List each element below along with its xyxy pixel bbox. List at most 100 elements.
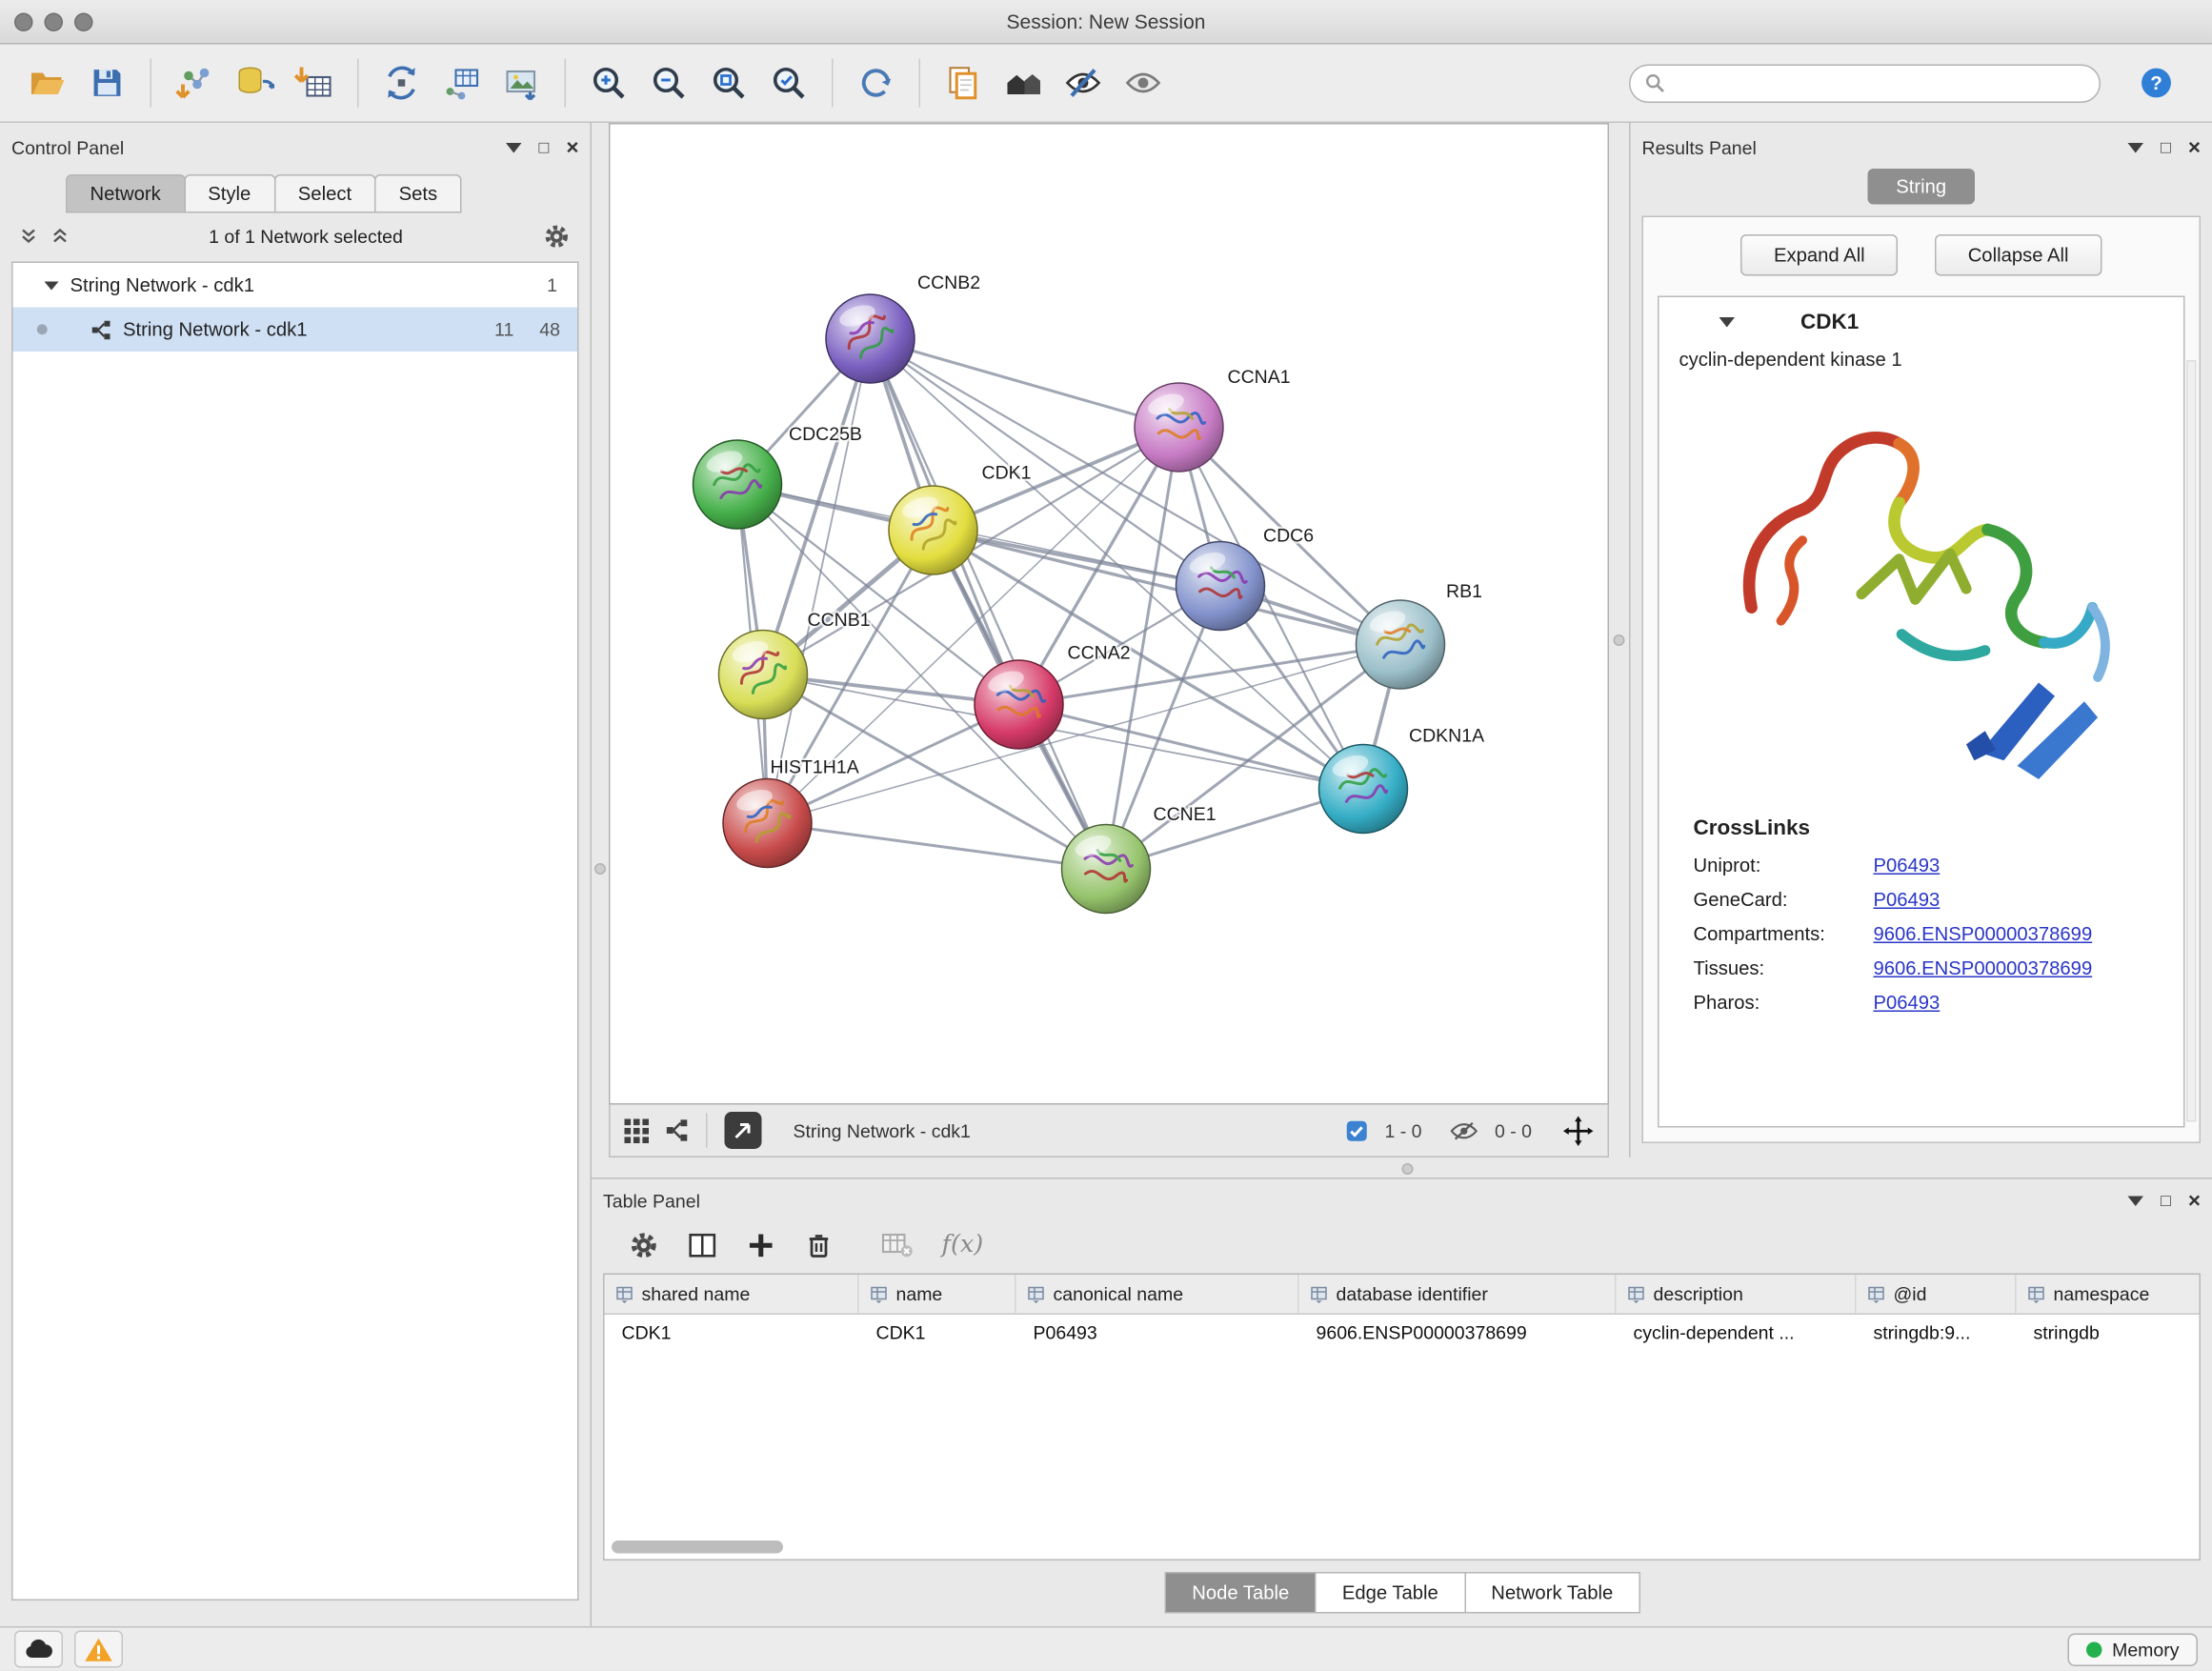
node-CDC25B[interactable]: [694, 440, 782, 529]
tab-edge-table[interactable]: Edge Table: [1315, 1572, 1465, 1614]
table-cell[interactable]: 9606.ENSP00000378699: [1299, 1315, 1617, 1354]
warnings-button[interactable]: [74, 1631, 123, 1668]
import-network-from-database-button[interactable]: [225, 53, 285, 113]
zoom-out-button[interactable]: [639, 53, 699, 113]
column-header[interactable]: namespace: [2017, 1275, 2182, 1314]
collapse-panel-icon[interactable]: [506, 142, 522, 152]
node-CDC6[interactable]: [1176, 542, 1265, 631]
search-field[interactable]: [1629, 64, 2101, 103]
gene-collapse-icon[interactable]: [1719, 316, 1736, 327]
float-panel-icon[interactable]: □: [2161, 139, 2171, 156]
node-CCNB2[interactable]: [826, 294, 915, 383]
left-splitter[interactable]: [592, 123, 609, 1158]
show-all-button[interactable]: [1114, 53, 1174, 113]
table-cell[interactable]: stringdb: [2017, 1315, 2182, 1354]
tab-string[interactable]: String: [1867, 169, 1975, 205]
delete-column-trash-icon[interactable]: [805, 1230, 834, 1260]
search-input[interactable]: [1674, 70, 2085, 95]
collapse-panel-icon[interactable]: [2127, 142, 2143, 152]
cloud-status-button[interactable]: [14, 1631, 63, 1668]
tab-network[interactable]: Network: [66, 174, 185, 213]
column-header[interactable]: database identifier: [1299, 1275, 1617, 1314]
pan-crosshair-icon[interactable]: [1563, 1116, 1594, 1146]
table-cell[interactable]: CDK1: [859, 1315, 1016, 1354]
table-cell[interactable]: CDK1: [605, 1315, 859, 1354]
close-panel-icon[interactable]: ×: [2188, 136, 2201, 158]
collection-expand-icon[interactable]: [45, 281, 59, 290]
network-row[interactable]: String Network - cdk1 11 48: [13, 308, 578, 352]
close-panel-icon[interactable]: ×: [2188, 1190, 2201, 1212]
copy-document-button[interactable]: [934, 53, 994, 113]
crosslink-link[interactable]: 9606.ENSP00000378699: [1874, 957, 2093, 979]
show-columns-icon[interactable]: [688, 1230, 718, 1260]
attach-table-button[interactable]: [432, 53, 492, 113]
tab-network-table[interactable]: Network Table: [1464, 1572, 1640, 1614]
crosslink-link[interactable]: P06493: [1874, 889, 1941, 911]
float-panel-icon[interactable]: □: [538, 139, 549, 156]
network-edge[interactable]: [871, 339, 1107, 870]
help-button[interactable]: ?: [2126, 53, 2186, 113]
table-cell[interactable]: stringdb:9...: [1857, 1315, 2017, 1354]
zoom-fit-button[interactable]: [699, 53, 759, 113]
hidden-eye-slash-icon[interactable]: [1450, 1119, 1478, 1141]
selected-checkbox-icon[interactable]: [1346, 1119, 1368, 1141]
tab-select[interactable]: Select: [273, 174, 375, 213]
table-options-gear-icon[interactable]: [629, 1230, 659, 1260]
network-canvas[interactable]: CCNB2CCNA1CDC25BCDK1CDC6RB1CCNB1CCNA2CDK…: [609, 123, 1609, 1105]
splitter-handle[interactable]: [1402, 1163, 1414, 1175]
column-header[interactable]: shared name: [605, 1275, 859, 1314]
splitter-handle[interactable]: [1614, 634, 1625, 646]
import-table-from-file-button[interactable]: [285, 53, 345, 113]
column-header[interactable]: canonical name: [1016, 1275, 1299, 1314]
grid-view-icon[interactable]: [625, 1118, 650, 1143]
open-session-button[interactable]: [17, 53, 77, 113]
tab-style[interactable]: Style: [184, 174, 275, 213]
expand-all-chevron-icon[interactable]: [20, 228, 37, 245]
close-panel-icon[interactable]: ×: [566, 136, 578, 158]
network-edge[interactable]: [871, 339, 1179, 428]
column-header[interactable]: @id: [1857, 1275, 2017, 1314]
splitter-handle[interactable]: [594, 863, 606, 875]
network-from-selection-button[interactable]: [372, 53, 432, 113]
right-splitter[interactable]: [1609, 123, 1629, 1158]
column-header[interactable]: description: [1617, 1275, 1857, 1314]
table-row[interactable]: CDK1 CDK1 P06493 9606.ENSP00000378699 cy…: [605, 1315, 2200, 1354]
node-CCNB1[interactable]: [719, 631, 808, 719]
expand-all-button[interactable]: Expand All: [1740, 234, 1898, 276]
tab-node-table[interactable]: Node Table: [1165, 1572, 1317, 1614]
collapse-all-button[interactable]: Collapse All: [1935, 234, 2101, 276]
horizontal-splitter[interactable]: [592, 1158, 2212, 1178]
network-options-gear-icon[interactable]: [543, 222, 571, 250]
network-collection-row[interactable]: String Network - cdk1 1: [13, 263, 578, 308]
node-CCNA1[interactable]: [1135, 383, 1223, 472]
export-network-button[interactable]: [725, 1112, 762, 1149]
export-image-button[interactable]: [492, 53, 552, 113]
network-graph[interactable]: CCNB2CCNA1CDC25BCDK1CDC6RB1CCNB1CCNA2CDK…: [611, 125, 1610, 1105]
network-edge[interactable]: [768, 645, 1401, 824]
save-session-button[interactable]: [77, 53, 137, 113]
import-network-from-file-button[interactable]: [165, 53, 225, 113]
collapse-panel-icon[interactable]: [2127, 1196, 2143, 1206]
network-edge[interactable]: [768, 823, 1107, 869]
tab-sets[interactable]: Sets: [374, 174, 462, 213]
column-header[interactable]: name: [859, 1275, 1016, 1314]
memory-button[interactable]: Memory: [2068, 1633, 2198, 1666]
add-column-icon[interactable]: [746, 1230, 776, 1260]
results-scrollbar[interactable]: [2186, 360, 2197, 1122]
function-builder-button[interactable]: f(x): [942, 1231, 984, 1259]
float-panel-icon[interactable]: □: [2161, 1192, 2171, 1209]
crosslink-link[interactable]: P06493: [1874, 855, 1941, 876]
birdseye-view-icon[interactable]: [666, 1119, 689, 1142]
node-CDK1[interactable]: [889, 486, 977, 574]
network-edge[interactable]: [768, 339, 871, 824]
table-cell[interactable]: P06493: [1016, 1315, 1299, 1354]
home-button[interactable]: [994, 53, 1054, 113]
gene-header[interactable]: CDK1: [1659, 297, 2184, 346]
node-CCNA2[interactable]: [975, 660, 1063, 749]
horizontal-scrollbar[interactable]: [612, 1541, 783, 1555]
zoom-in-button[interactable]: [579, 53, 639, 113]
node-RB1[interactable]: [1357, 600, 1445, 689]
node-HIST1H1A[interactable]: [723, 779, 812, 868]
table-cell[interactable]: cyclin-dependent ...: [1617, 1315, 1857, 1354]
crosslink-link[interactable]: 9606.ENSP00000378699: [1874, 923, 2093, 945]
